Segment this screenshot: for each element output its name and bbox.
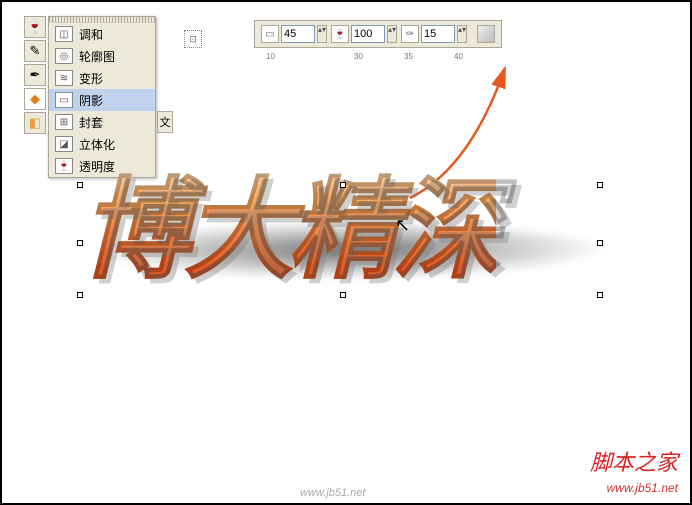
menu-shadow[interactable]: ▭ 阴影	[49, 89, 155, 111]
flyout-overflow[interactable]: 文	[157, 111, 173, 133]
blend-tool[interactable]: ◆	[24, 88, 46, 110]
shadow-color-picker[interactable]	[477, 25, 495, 43]
transparency-icon: 🍷	[55, 158, 73, 174]
canvas-artwork[interactable]: 博大精深	[80, 160, 600, 310]
shadow-angle-group: ▭ ▴▾	[261, 25, 327, 43]
eyedropper-tool[interactable]: ✎	[24, 40, 46, 62]
feather-spinner[interactable]: ▴▾	[457, 25, 467, 43]
artistic-text[interactable]: 博大精深	[80, 140, 496, 300]
envelope-icon: ⊞	[55, 114, 73, 130]
opacity-icon: 🍷	[331, 25, 349, 43]
tick-label: 30	[354, 52, 363, 61]
shadow-property-bar: ▭ ▴▾ 🍷 ▴▾ ✑ ▴▾	[254, 20, 502, 48]
distort-icon: ≋	[55, 70, 73, 86]
shadow-angle-input[interactable]	[281, 25, 315, 43]
watermark-brand: 脚本之家	[590, 445, 678, 477]
menu-contour[interactable]: ◎ 轮廓图	[49, 45, 155, 67]
menu-distort[interactable]: ≋ 变形	[49, 67, 155, 89]
tick-label: 35	[404, 52, 413, 61]
menu-label: 调和	[79, 26, 103, 43]
contour-icon: ◎	[55, 48, 73, 64]
angle-icon: ▭	[261, 25, 279, 43]
shadow-opacity-input[interactable]	[351, 25, 385, 43]
menu-label: 轮廓图	[79, 48, 115, 65]
snap-icon: ⊡	[184, 30, 202, 48]
watermark-url-2: www.jb51.net	[607, 481, 678, 495]
angle-spinner[interactable]: ▴▾	[317, 25, 327, 43]
tick-label: 10	[266, 52, 275, 61]
blend-icon: ◫	[55, 26, 73, 42]
shadow-opacity-group: 🍷 ▴▾	[331, 25, 397, 43]
menu-label: 阴影	[79, 92, 103, 109]
menu-label: 封套	[79, 114, 103, 131]
menu-label: 变形	[79, 70, 103, 87]
watermark-url: www.jb51.net	[300, 487, 365, 499]
menu-blend[interactable]: ◫ 调和	[49, 23, 155, 45]
outline-pen-tool[interactable]: ✒	[24, 64, 46, 86]
left-toolbox: 🍷 ✎ ✒ ◆ ◧	[24, 16, 48, 134]
fill-tool[interactable]: ◧	[24, 112, 46, 134]
shadow-feather-input[interactable]	[421, 25, 455, 43]
interactive-fill-tool[interactable]: 🍷	[24, 16, 46, 38]
tick-label: 40	[454, 52, 463, 61]
opacity-spinner[interactable]: ▴▾	[387, 25, 397, 43]
feather-icon: ✑	[401, 25, 419, 43]
extrude-icon: ◪	[55, 136, 73, 152]
shadow-feather-group: ✑ ▴▾	[401, 25, 467, 43]
ruler-ticks: 10 30 35 40	[254, 52, 476, 66]
shadow-icon: ▭	[55, 92, 73, 108]
menu-envelope[interactable]: ⊞ 封套	[49, 111, 155, 133]
